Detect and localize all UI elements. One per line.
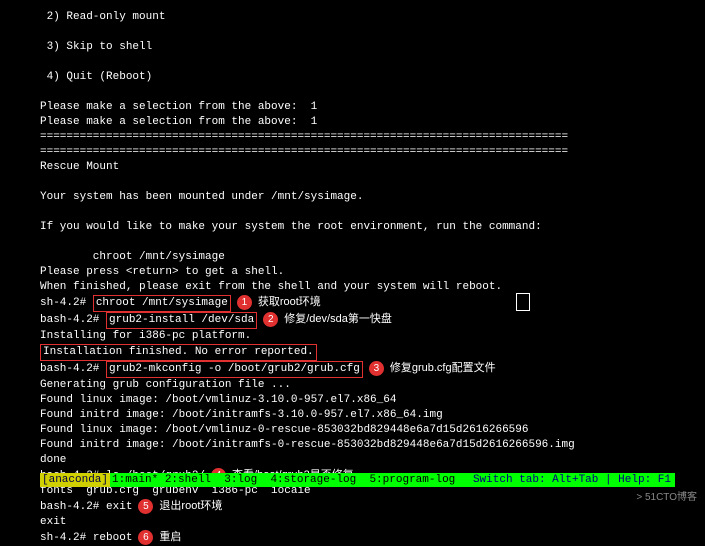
menu-option-4: 4) Quit (Reboot) bbox=[0, 70, 705, 85]
annotation-badge-1: 1 bbox=[237, 295, 252, 310]
bash-prompt: bash-4.2# bbox=[40, 501, 106, 513]
found-initrd-2: Found initrd image: /boot/initramfs-0-re… bbox=[0, 438, 705, 453]
generating-msg: Generating grub configuration file ... bbox=[0, 378, 705, 393]
found-initrd-1: Found initrd image: /boot/initramfs-3.10… bbox=[0, 408, 705, 423]
status-anaconda: [anaconda] bbox=[40, 473, 110, 487]
status-bar: [anaconda]1:main* 2:shell 3:log 4:storag… bbox=[40, 473, 675, 487]
exit-reboot-msg: When finished, please exit from the shel… bbox=[0, 280, 705, 295]
cmd-mkconfig-line: bash-4.2# grub2-mkconfig -o /boot/grub2/… bbox=[0, 361, 705, 378]
menu-option-2: 2) Read-only mount bbox=[0, 10, 705, 25]
exit-cmd: exit bbox=[106, 501, 132, 513]
done-msg: done bbox=[0, 453, 705, 468]
blank bbox=[0, 205, 705, 220]
annotation-text-3: 修复grub.cfg配置文件 bbox=[390, 362, 496, 374]
cursor-icon bbox=[516, 293, 530, 311]
annotation-text-5: 退出root环境 bbox=[159, 500, 222, 512]
cmd-exit-line: bash-4.2# exit5退出root环境 bbox=[0, 499, 705, 515]
blank bbox=[0, 175, 705, 190]
blank bbox=[0, 55, 705, 70]
selection-prompt-1: Please make a selection from the above: … bbox=[0, 100, 705, 115]
menu-option-3: 3) Skip to shell bbox=[0, 40, 705, 55]
cmd-chroot-line: sh-4.2# chroot /mnt/sysimage 1 获取root环境 bbox=[0, 295, 705, 312]
found-linux-1: Found linux image: /boot/vmlinuz-3.10.0-… bbox=[0, 393, 705, 408]
annotation-badge-3: 3 bbox=[369, 361, 384, 376]
watermark-text: > 51CTO博客 bbox=[636, 488, 697, 503]
highlight-box-install-done: Installation finished. No error reported… bbox=[40, 344, 317, 361]
annotation-badge-6: 6 bbox=[138, 530, 153, 545]
status-help: Switch tab: Alt+Tab | Help: F1 bbox=[469, 473, 675, 487]
status-tabs: 1:main* 2:shell 3:log 4:storage-log 5:pr… bbox=[110, 473, 469, 487]
cmd-reboot-line: sh-4.2# reboot 6 重启 bbox=[0, 530, 705, 546]
chroot-hint: chroot /mnt/sysimage bbox=[0, 250, 705, 265]
reboot-cmd: reboot bbox=[93, 532, 133, 544]
rootenv-msg: If you would like to make your system th… bbox=[0, 220, 705, 235]
installing-msg: Installing for i386-pc platform. bbox=[0, 329, 705, 344]
blank bbox=[0, 25, 705, 40]
blank bbox=[0, 85, 705, 100]
install-done-msg: Installation finished. No error reported… bbox=[0, 344, 705, 361]
annotation-text-1: 获取root环境 bbox=[258, 296, 321, 308]
highlight-box-grub-install: grub2-install /dev/sda bbox=[106, 312, 257, 329]
cmd-grub-install-line: bash-4.2# grub2-install /dev/sda 2 修复/dev/… bbox=[0, 312, 705, 329]
annotation-text-6: 重启 bbox=[159, 531, 181, 543]
exit-output: exit bbox=[0, 515, 705, 530]
mount-msg: Your system has been mounted under /mnt/… bbox=[0, 190, 705, 205]
annotation-text-2: 修复/dev/sda第一快盘 bbox=[284, 313, 392, 325]
press-return-msg: Please press <return> to get a shell. bbox=[0, 265, 705, 280]
divider-line: ========================================… bbox=[0, 130, 705, 145]
highlight-box-chroot: chroot /mnt/sysimage bbox=[93, 295, 231, 312]
divider-line: ========================================… bbox=[0, 145, 705, 160]
shell-prompt: sh-4.2# bbox=[40, 532, 93, 544]
bash-prompt: bash-4.2# bbox=[40, 314, 106, 326]
shell-prompt: sh-4.2# bbox=[40, 297, 93, 309]
rescue-title: Rescue Mount bbox=[0, 160, 705, 175]
annotation-badge-2: 2 bbox=[263, 312, 278, 327]
bash-prompt: bash-4.2# bbox=[40, 363, 106, 375]
highlight-box-mkconfig: grub2-mkconfig -o /boot/grub2/grub.cfg bbox=[106, 361, 363, 378]
selection-prompt-2: Please make a selection from the above: … bbox=[0, 115, 705, 130]
blank bbox=[0, 235, 705, 250]
found-linux-2: Found linux image: /boot/vmlinuz-0-rescu… bbox=[0, 423, 705, 438]
